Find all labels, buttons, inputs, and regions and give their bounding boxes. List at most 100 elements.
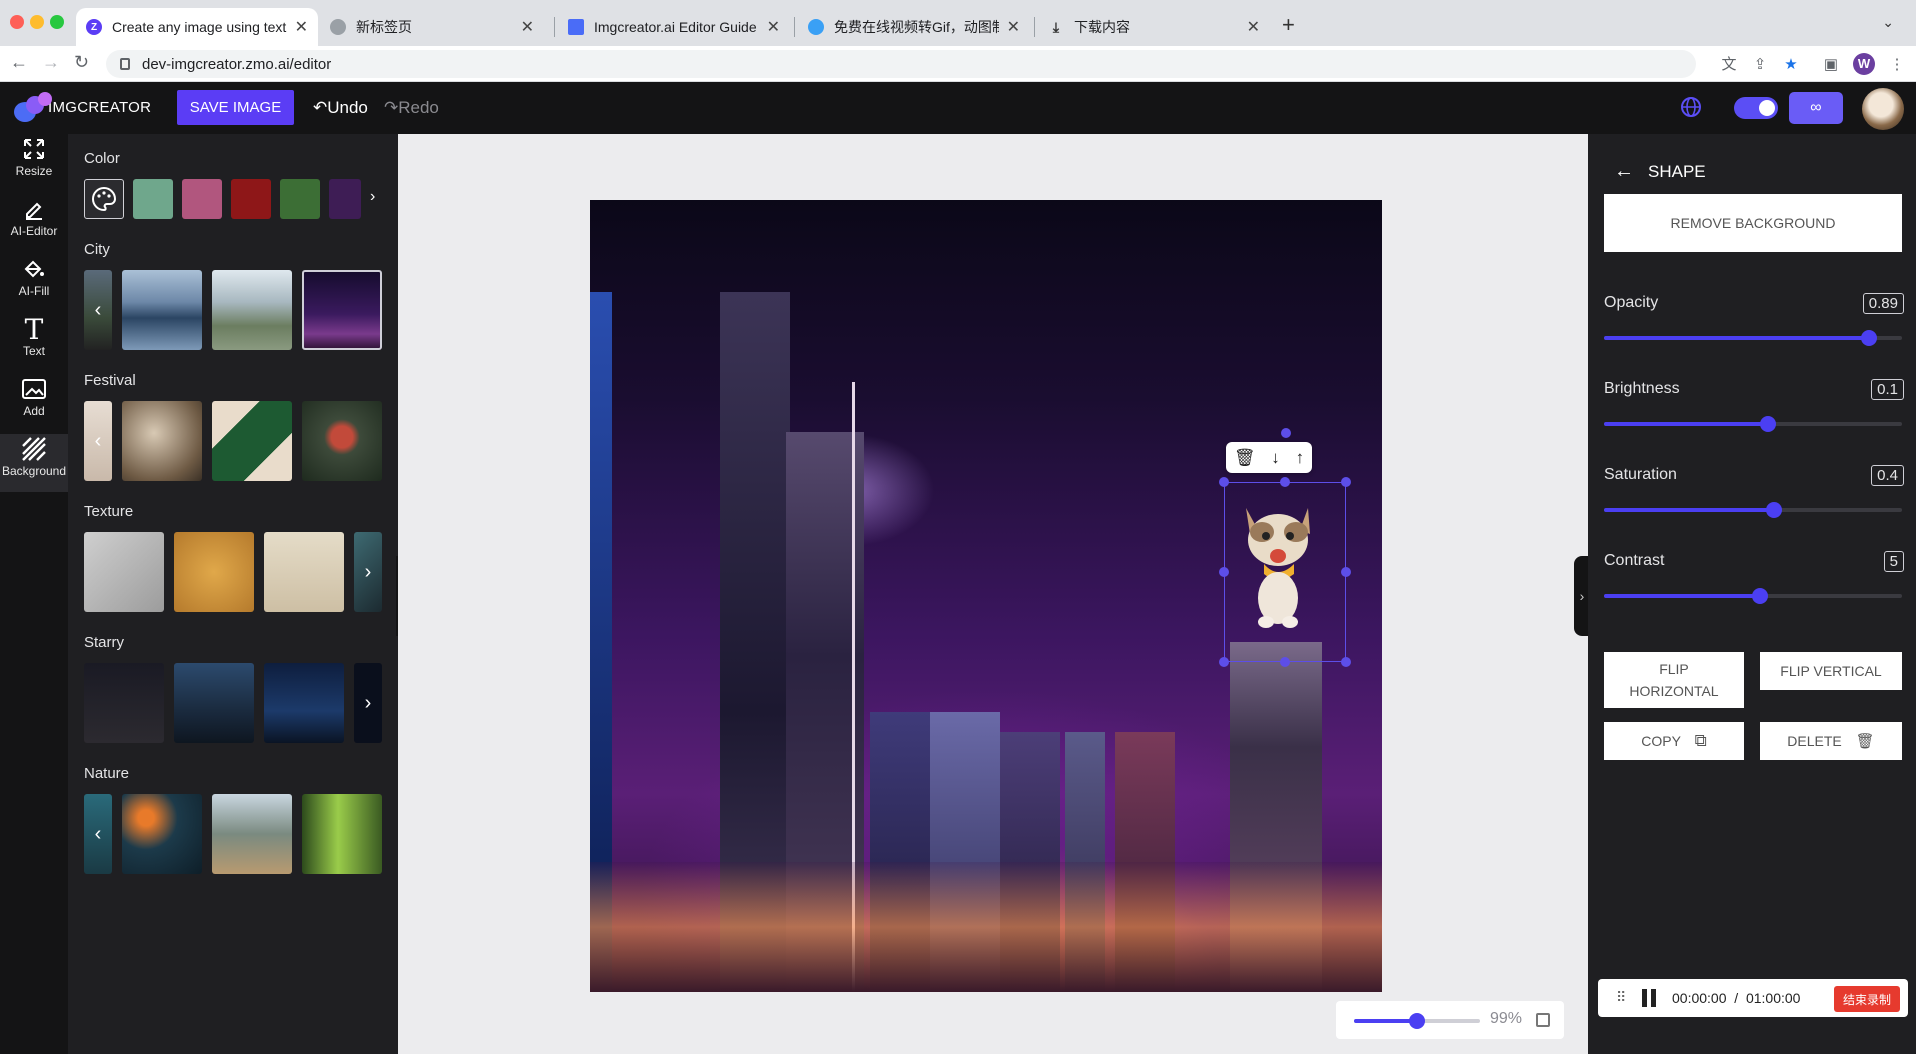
color-swatch[interactable]	[231, 179, 271, 219]
brightness-slider-knob[interactable]	[1759, 416, 1776, 432]
zoom-slider[interactable]	[1354, 1013, 1480, 1029]
saturation-value[interactable]: 0.4	[1871, 465, 1904, 486]
window-minimize-button[interactable]	[30, 15, 44, 29]
chevron-left-icon[interactable]: ‹	[84, 401, 112, 481]
background-thumbnail[interactable]	[122, 794, 202, 874]
sidepanel-icon[interactable]: ▣	[1822, 56, 1840, 74]
color-swatch[interactable]	[182, 179, 222, 219]
vip-infinity-button[interactable]: ∞	[1789, 92, 1843, 124]
resize-handle[interactable]	[1341, 567, 1351, 577]
chevron-right-icon[interactable]: ›	[354, 532, 382, 612]
rail-item-background[interactable]: Background	[0, 434, 68, 492]
window-maximize-button[interactable]	[50, 15, 64, 29]
browser-tab-active[interactable]: Z Create any image using text | I ✕	[76, 8, 318, 46]
background-thumbnail[interactable]	[264, 663, 344, 743]
bring-forward-icon[interactable]: ↑	[1296, 448, 1305, 468]
profile-avatar[interactable]: W	[1853, 53, 1875, 75]
dark-mode-toggle[interactable]	[1734, 97, 1778, 119]
fit-screen-icon[interactable]	[1536, 1013, 1550, 1027]
send-backward-icon[interactable]: ↓	[1271, 448, 1280, 468]
close-icon[interactable]: ✕	[1007, 17, 1020, 37]
save-image-button[interactable]: SAVE IMAGE	[177, 90, 294, 125]
flip-horizontal-button[interactable]: FLIP HORIZONTAL	[1604, 652, 1744, 708]
redo-button[interactable]: ↷Redo	[384, 98, 439, 118]
drag-handle-icon[interactable]: ⠿	[1616, 989, 1626, 1006]
background-thumbnail-selected[interactable]	[302, 270, 382, 350]
cat-sticker[interactable]	[1238, 500, 1322, 630]
browser-tab[interactable]: ⤓ 下载内容 ✕	[1038, 8, 1270, 46]
close-icon[interactable]: ✕	[1247, 17, 1260, 37]
forward-arrow-icon[interactable]: →	[42, 52, 60, 73]
browser-tab[interactable]: 免费在线视频转Gif，动图制作一 ✕	[798, 8, 1030, 46]
resize-handle[interactable]	[1219, 477, 1229, 487]
resize-handle[interactable]	[1341, 477, 1351, 487]
chevron-right-icon[interactable]: ›	[370, 188, 375, 206]
resize-handle[interactable]	[1280, 657, 1290, 667]
rail-item-add[interactable]: Add	[0, 374, 68, 432]
background-thumbnail[interactable]	[212, 270, 292, 350]
back-arrow-icon[interactable]: ←	[1614, 160, 1634, 183]
background-thumbnail[interactable]	[212, 401, 292, 481]
background-thumbnail[interactable]	[212, 794, 292, 874]
flip-vertical-button[interactable]: FLIP VERTICAL	[1760, 652, 1902, 690]
background-thumbnail[interactable]	[174, 663, 254, 743]
contrast-slider[interactable]	[1604, 588, 1902, 604]
share-icon[interactable]: ⇪	[1751, 56, 1769, 74]
resize-handle[interactable]	[1280, 477, 1290, 487]
translate-icon[interactable]: 文	[1720, 56, 1738, 74]
browser-tab[interactable]: 新标签页 ✕	[320, 8, 544, 46]
background-thumbnail[interactable]	[84, 532, 164, 612]
undo-button[interactable]: ↶Undo	[313, 98, 368, 118]
more-vertical-icon[interactable]: ⋮	[1888, 56, 1906, 74]
custom-color-button[interactable]	[84, 179, 124, 219]
contrast-slider-knob[interactable]	[1752, 588, 1769, 604]
window-close-button[interactable]	[10, 15, 24, 29]
rail-item-text[interactable]: T Text	[0, 313, 68, 372]
reload-icon[interactable]: ↻	[74, 52, 89, 73]
chevron-down-icon[interactable]: ⌄	[1882, 14, 1894, 31]
rail-item-resize[interactable]: Resize	[0, 134, 68, 192]
background-thumbnail[interactable]	[174, 532, 254, 612]
contrast-value[interactable]: 5	[1883, 551, 1904, 572]
background-thumbnail[interactable]	[122, 270, 202, 350]
background-thumbnail[interactable]	[84, 663, 164, 743]
pause-icon[interactable]	[1642, 989, 1658, 1007]
saturation-slider-knob[interactable]	[1765, 502, 1782, 518]
close-icon[interactable]: ✕	[521, 17, 534, 37]
chevron-left-icon[interactable]: ‹	[84, 270, 112, 350]
brightness-slider[interactable]	[1604, 416, 1902, 432]
brightness-value[interactable]: 0.1	[1871, 379, 1904, 400]
back-arrow-icon[interactable]: ←	[10, 52, 28, 73]
opacity-slider[interactable]	[1604, 330, 1902, 346]
resize-handle[interactable]	[1219, 567, 1229, 577]
trash-icon[interactable]: 🗑	[1234, 448, 1256, 468]
background-thumbnail[interactable]	[264, 532, 344, 612]
remove-background-button[interactable]: REMOVE BACKGROUND	[1604, 194, 1902, 252]
globe-icon[interactable]	[1680, 96, 1702, 118]
rotate-handle[interactable]	[1281, 428, 1291, 438]
close-icon[interactable]: ✕	[295, 17, 308, 37]
resize-handle[interactable]	[1219, 657, 1229, 667]
resize-handle[interactable]	[1341, 657, 1351, 667]
color-swatch[interactable]	[329, 179, 361, 219]
copy-button[interactable]: COPY ⧉	[1604, 722, 1744, 760]
stop-recording-button[interactable]: 结束录制	[1834, 986, 1900, 1012]
new-tab-button[interactable]: +	[1282, 12, 1295, 38]
color-swatch[interactable]	[133, 179, 173, 219]
browser-tab[interactable]: Imgcreator.ai Editor Guide - “ ✕	[558, 8, 790, 46]
app-logo[interactable]: IMGCREATOR	[14, 92, 151, 122]
saturation-slider[interactable]	[1604, 502, 1902, 518]
background-thumbnail[interactable]	[302, 401, 382, 481]
background-thumbnail[interactable]	[302, 794, 382, 874]
user-avatar[interactable]	[1862, 88, 1904, 130]
rail-item-ai-fill[interactable]: AI-Fill	[0, 254, 68, 312]
zoom-slider-knob[interactable]	[1409, 1013, 1425, 1029]
rail-item-ai-editor[interactable]: AI-Editor	[0, 194, 68, 252]
chevron-left-icon[interactable]: ‹	[84, 794, 112, 874]
color-swatch[interactable]	[280, 179, 320, 219]
bookmark-star-icon[interactable]: ★	[1782, 56, 1800, 74]
opacity-slider-knob[interactable]	[1861, 330, 1878, 346]
background-thumbnail[interactable]	[122, 401, 202, 481]
chevron-right-icon[interactable]: ›	[354, 663, 382, 743]
close-icon[interactable]: ✕	[767, 17, 780, 37]
